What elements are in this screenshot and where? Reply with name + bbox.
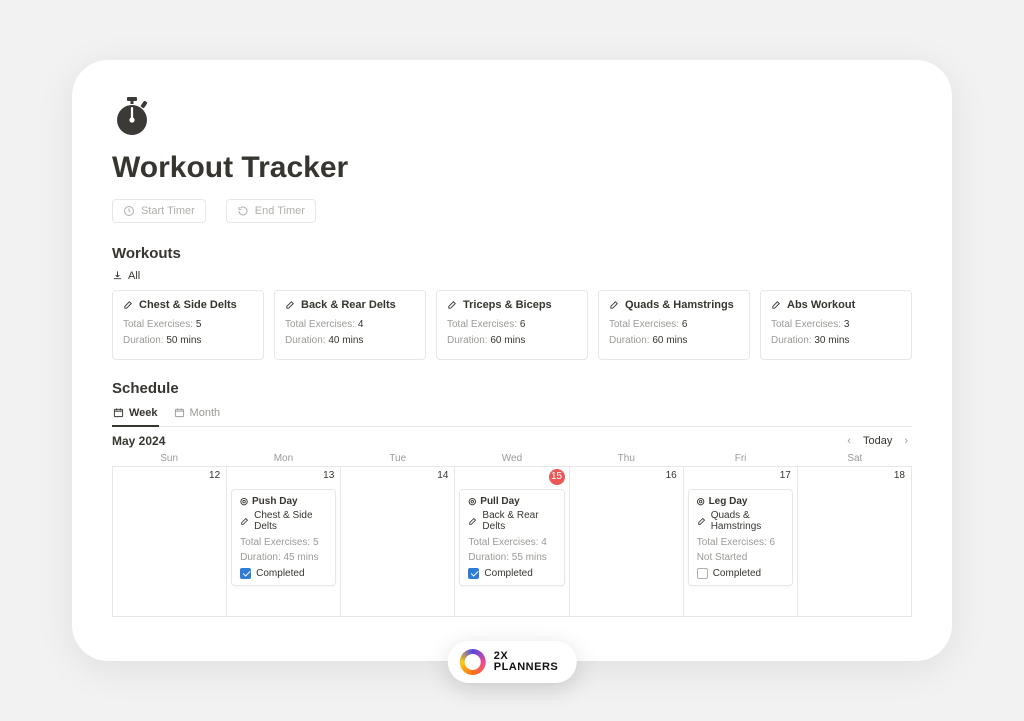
completed-checkbox[interactable] [240,568,251,579]
app-window: Workout Tracker Start Timer End Timer Wo… [72,60,952,661]
calendar-icon [174,407,185,418]
workout-card-name: Abs Workout [787,299,855,311]
dow-label: Wed [455,453,569,464]
schedule-event-card[interactable]: ◎Pull Day Back & Rear Delts Total Exerci… [459,489,564,586]
calendar-cell[interactable]: 13 ◎Push Day Chest & Side Delts Total Ex… [227,467,341,617]
target-icon: ◎ [240,496,248,507]
event-not-started: Not Started [697,550,784,565]
calendar-date-today: 15 [549,469,565,485]
calendar-grid: 12 13 ◎Push Day Chest & Side Delts Total… [112,466,912,617]
dow-label: Mon [226,453,340,464]
calendar-date: 16 [666,470,677,481]
calendar-month-label: May 2024 [112,434,165,448]
dow-label: Sat [798,453,912,464]
brand-badge: 2X PLANNERS [448,641,577,683]
edit-icon [240,516,250,526]
edit-icon [447,299,458,310]
event-workout: Quads & Hamstrings [711,510,784,532]
stopwatch-icon [112,96,912,141]
workout-cards: Chest & Side Delts Total Exercises: 5 Du… [112,290,912,360]
edit-icon [771,299,782,310]
workout-card-name: Triceps & Biceps [463,299,552,311]
calendar-dow-row: Sun Mon Tue Wed Thu Fri Sat [112,453,912,464]
workout-card-name: Chest & Side Delts [139,299,237,311]
schedule-event-card[interactable]: ◎Push Day Chest & Side Delts Total Exerc… [231,489,336,586]
dow-label: Thu [569,453,683,464]
workout-card[interactable]: Quads & Hamstrings Total Exercises: 6 Du… [598,290,750,360]
calendar-date: 12 [209,470,220,481]
workout-card[interactable]: Triceps & Biceps Total Exercises: 6 Dura… [436,290,588,360]
dow-label: Fri [683,453,797,464]
calendar-prev-button[interactable]: ‹ [843,433,855,449]
workouts-all-label: All [128,270,140,282]
brand-logo-icon [460,649,486,675]
calendar-date: 13 [323,470,334,481]
end-timer-button[interactable]: End Timer [226,199,316,223]
tab-month[interactable]: Month [173,403,222,427]
tab-week-label: Week [129,407,158,419]
calendar-date: 14 [437,470,448,481]
edit-icon [609,299,620,310]
end-timer-label: End Timer [255,205,305,217]
tab-week[interactable]: Week [112,403,159,427]
workout-card-name: Quads & Hamstrings [625,299,734,311]
schedule-section-title: Schedule [112,380,912,397]
workout-card[interactable]: Abs Workout Total Exercises: 3 Duration:… [760,290,912,360]
event-title: Pull Day [480,496,519,507]
calendar-icon [113,407,124,418]
workout-card-name: Back & Rear Delts [301,299,396,311]
calendar-cell[interactable]: 12 [113,467,227,617]
download-icon [112,270,123,281]
workouts-all-tab[interactable]: All [112,270,140,282]
event-title: Leg Day [709,496,748,507]
calendar-nav: ‹ Today › [843,433,912,449]
edit-icon [697,516,707,526]
start-timer-button[interactable]: Start Timer [112,199,206,223]
edit-icon [123,299,134,310]
dow-label: Tue [341,453,455,464]
calendar-header: May 2024 ‹ Today › [112,433,912,449]
completed-checkbox[interactable] [468,568,479,579]
event-status-label: Completed [713,568,761,579]
edit-icon [468,516,478,526]
target-icon: ◎ [697,496,705,507]
calendar-cell[interactable]: 14 [341,467,455,617]
event-status-label: Completed [256,568,304,579]
schedule-event-card[interactable]: ◎Leg Day Quads & Hamstrings Total Exerci… [688,489,793,586]
calendar-today-button[interactable]: Today [863,435,892,447]
calendar-date: 17 [780,470,791,481]
workout-card[interactable]: Back & Rear Delts Total Exercises: 4 Dur… [274,290,426,360]
brand-text: 2X PLANNERS [494,651,559,673]
workouts-section-title: Workouts [112,245,912,262]
tab-month-label: Month [190,407,221,419]
target-icon: ◎ [468,496,476,507]
event-title: Push Day [252,496,298,507]
completed-checkbox[interactable] [697,568,708,579]
workout-card[interactable]: Chest & Side Delts Total Exercises: 5 Du… [112,290,264,360]
event-workout: Chest & Side Delts [254,510,327,532]
dow-label: Sun [112,453,226,464]
calendar-date: 18 [894,470,905,481]
schedule-tabs: Week Month [112,403,912,427]
calendar-cell[interactable]: 18 [798,467,912,617]
page-title: Workout Tracker [112,151,912,185]
refresh-icon [237,205,249,217]
calendar-cell[interactable]: 17 ◎Leg Day Quads & Hamstrings Total Exe… [684,467,798,617]
edit-icon [285,299,296,310]
calendar-next-button[interactable]: › [900,433,912,449]
clock-icon [123,205,135,217]
calendar-cell[interactable]: 15 ◎Pull Day Back & Rear Delts Total Exe… [455,467,569,617]
timer-buttons: Start Timer End Timer [112,199,912,223]
event-status-label: Completed [484,568,532,579]
calendar-cell[interactable]: 16 [570,467,684,617]
start-timer-label: Start Timer [141,205,195,217]
event-workout: Back & Rear Delts [482,510,555,532]
